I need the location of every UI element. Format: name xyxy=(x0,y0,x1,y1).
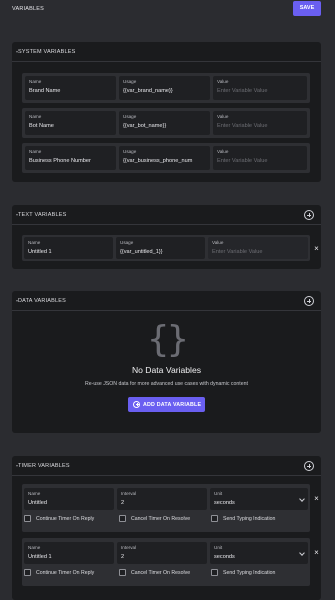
field-label: Name xyxy=(29,114,42,119)
value-placeholder: Enter Variable Value xyxy=(217,123,268,129)
name-field: Name Business Phone Number xyxy=(25,146,116,170)
close-icon[interactable]: × xyxy=(313,495,320,503)
plus-circle-icon[interactable] xyxy=(304,461,314,471)
field-value: seconds xyxy=(214,500,235,506)
field-label: Unit xyxy=(214,491,223,496)
checkbox-label: Cancel Timer On Resolve xyxy=(131,516,191,522)
section-title: TEXT VARIABLES xyxy=(18,212,67,218)
usage-field: Usage {{var_bot_name}} xyxy=(119,111,210,135)
text-variables-header[interactable]: TEXT VARIABLES xyxy=(12,205,321,225)
field-label: Name xyxy=(29,79,42,84)
name-input[interactable]: Name Untitled xyxy=(24,488,114,510)
value-input[interactable]: Value Enter Variable Value xyxy=(213,111,307,135)
timer-variable-row: Name Untitled Interval 2 Unit seconds × … xyxy=(22,484,322,532)
timer-variable-row: Name Untitled 1 Interval 2 Unit seconds … xyxy=(22,538,322,586)
field-label: Interval xyxy=(121,545,137,550)
value-input[interactable]: Value Enter Variable Value xyxy=(208,237,308,259)
empty-state-title: No Data Variables xyxy=(131,365,202,375)
field-value: seconds xyxy=(214,554,235,560)
system-variable-row: Name Brand Name Usage {{var_brand_name}}… xyxy=(22,73,310,103)
checkbox-label: Send Typing Indication xyxy=(223,516,276,522)
checkbox-box[interactable] xyxy=(24,569,31,576)
top-bar: VARIABLES SAVE xyxy=(0,0,335,18)
close-icon[interactable]: × xyxy=(313,245,320,253)
page-title: VARIABLES xyxy=(12,6,44,12)
data-variables-panel: DATA VARIABLES {} No Data Variables Re-u… xyxy=(12,291,321,433)
system-variable-row: Name Bot Name Usage {{var_bot_name}} Val… xyxy=(22,108,310,138)
field-label: Usage xyxy=(123,114,137,119)
value-placeholder: Enter Variable Value xyxy=(217,88,268,94)
section-title: SYSTEM VARIABLES xyxy=(18,49,76,55)
usage-field: Usage {{var_business_phone_num xyxy=(119,146,210,170)
empty-state-description: Re-use JSON data for more advanced use c… xyxy=(85,381,248,387)
system-variables-panel: SYSTEM VARIABLES Name Brand Name Usage {… xyxy=(12,42,321,182)
add-data-variable-label: ADD DATA VARIABLE xyxy=(143,401,202,408)
section-title: DATA VARIABLES xyxy=(18,298,67,304)
close-icon[interactable]: × xyxy=(313,549,320,557)
plus-circle-icon[interactable] xyxy=(304,210,314,220)
field-value: 2 xyxy=(121,554,125,560)
curly-braces-icon: {} xyxy=(147,319,188,360)
checkbox-label: Cancel Timer On Resolve xyxy=(131,570,191,576)
checkbox-box[interactable] xyxy=(24,515,31,522)
value-input[interactable]: Value Enter Variable Value xyxy=(213,76,307,100)
field-label: Name xyxy=(29,149,42,154)
field-value: Brand Name xyxy=(29,88,61,94)
field-value: Untitled 1 xyxy=(28,249,52,255)
add-data-variable-button[interactable]: ADD DATA VARIABLE xyxy=(128,397,205,412)
usage-field: Usage {{var_untitled_1}} xyxy=(116,237,205,259)
timer-variables-panel: TIMER VARIABLES Name Untitled Interval 2… xyxy=(12,456,321,600)
field-label: Value xyxy=(212,240,224,245)
unit-select[interactable]: Unit seconds xyxy=(210,542,308,564)
field-label: Value xyxy=(217,149,229,154)
field-label: Interval xyxy=(121,491,137,496)
field-label: Name xyxy=(28,240,41,245)
usage-field: Usage {{var_brand_name}} xyxy=(119,76,210,100)
section-title: TIMER VARIABLES xyxy=(18,463,70,469)
field-value: Bot Name xyxy=(29,123,54,129)
field-value: Untitled 1 xyxy=(28,554,52,560)
field-value: Business Phone Number xyxy=(29,158,91,164)
checkbox-box[interactable] xyxy=(211,569,218,576)
checkbox-box[interactable] xyxy=(119,515,126,522)
field-label: Name xyxy=(28,491,41,496)
field-label: Unit xyxy=(214,545,223,550)
system-variable-row: Name Business Phone Number Usage {{var_b… xyxy=(22,143,310,173)
checkbox-box[interactable] xyxy=(211,515,218,522)
value-input[interactable]: Value Enter Variable Value xyxy=(213,146,307,170)
field-value: 2 xyxy=(121,500,125,506)
field-label: Usage xyxy=(123,149,137,154)
checkbox-label: Send Typing Indication xyxy=(223,570,276,576)
data-variables-header[interactable]: DATA VARIABLES xyxy=(12,291,321,311)
field-value: {{var_brand_name}} xyxy=(123,88,173,94)
field-value: {{var_business_phone_num xyxy=(123,158,193,164)
timer-variables-header[interactable]: TIMER VARIABLES xyxy=(12,456,321,476)
field-value: Untitled xyxy=(28,500,47,506)
system-variables-header[interactable]: SYSTEM VARIABLES xyxy=(12,42,321,62)
save-button[interactable]: SAVE xyxy=(293,1,321,16)
plus-circle-icon xyxy=(133,400,140,408)
name-input[interactable]: Name Untitled 1 xyxy=(24,237,113,259)
checkbox-label: Continue Timer On Reply xyxy=(36,516,95,522)
field-label: Value xyxy=(217,114,229,119)
interval-input[interactable]: Interval 2 xyxy=(117,488,207,510)
name-input[interactable]: Name Untitled 1 xyxy=(24,542,114,564)
field-label: Usage xyxy=(123,79,137,84)
field-label: Value xyxy=(217,79,229,84)
name-field: Name Bot Name xyxy=(25,111,116,135)
value-placeholder: Enter Variable Value xyxy=(212,249,263,255)
field-label: Usage xyxy=(120,240,134,245)
value-placeholder: Enter Variable Value xyxy=(217,158,268,164)
unit-select[interactable]: Unit seconds xyxy=(210,488,308,510)
checkbox-box[interactable] xyxy=(119,569,126,576)
interval-input[interactable]: Interval 2 xyxy=(117,542,207,564)
field-value: {{var_untitled_1}} xyxy=(120,249,163,255)
checkbox-label: Continue Timer On Reply xyxy=(36,570,95,576)
name-field: Name Brand Name xyxy=(25,76,116,100)
field-label: Name xyxy=(28,545,41,550)
text-variable-row: Name Untitled 1 Usage {{var_untitled_1}}… xyxy=(22,235,310,261)
plus-circle-icon[interactable] xyxy=(304,296,314,306)
field-value: {{var_bot_name}} xyxy=(123,123,167,129)
text-variables-panel: TEXT VARIABLES Name Untitled 1 Usage {{v… xyxy=(12,205,321,269)
